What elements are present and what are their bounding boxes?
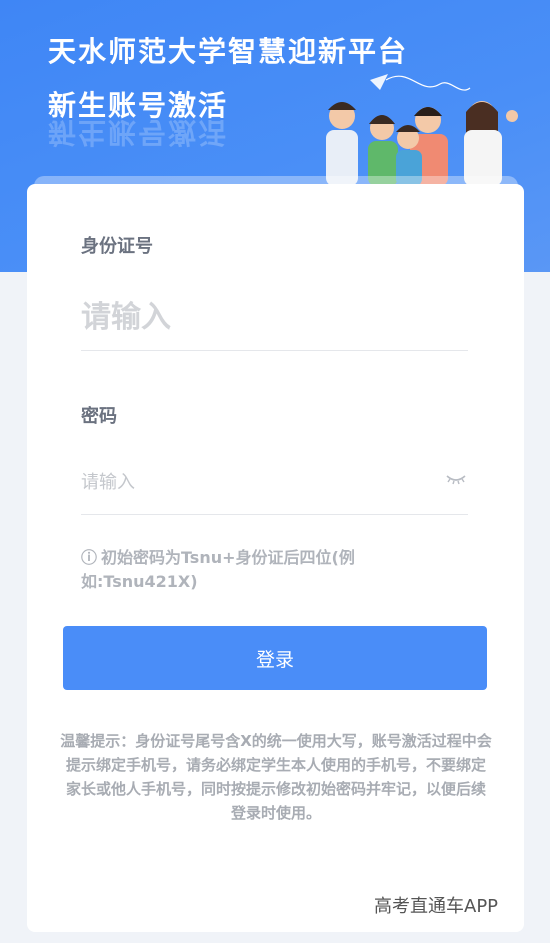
- password-hint: ⓘ 初始密码为Tsnu+身份证后四位(例如:Tsnu421X): [81, 546, 381, 594]
- login-button[interactable]: 登录: [63, 626, 487, 690]
- id-number-divider: [81, 350, 468, 351]
- hint-text: 初始密码为Tsnu+身份证后四位(例如:Tsnu421X): [81, 548, 355, 591]
- password-divider: [81, 514, 468, 515]
- id-number-input[interactable]: [81, 292, 467, 342]
- subtitle-reflection: 新生账号激活: [48, 120, 229, 149]
- password-label: 密码: [81, 406, 117, 427]
- login-card: 身份证号 密码 ⓘ初始密码为Tsnu+身份证后四位(例如:Tsnu421X) 登…: [27, 184, 524, 932]
- info-icon: ⓘ: [81, 548, 98, 567]
- page-subtitle: 新生账号激活: [48, 89, 229, 122]
- watermark: 高考直通车APP: [374, 896, 499, 917]
- id-number-label: 身份证号: [81, 236, 153, 257]
- students-group-illustration: [326, 74, 518, 186]
- eye-closed-icon[interactable]: [445, 472, 467, 486]
- password-input[interactable]: [81, 466, 431, 498]
- notice-text: 温馨提示：身份证号尾号含X的统一使用大写，账号激活过程中会提示绑定手机号，请务必…: [60, 732, 492, 822]
- page-title: 天水师范大学智慧迎新平台: [48, 35, 409, 68]
